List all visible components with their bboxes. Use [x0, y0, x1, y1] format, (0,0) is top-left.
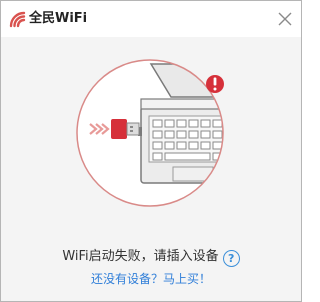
status-message-row: WiFi启动失败，请插入设备?	[1, 248, 301, 267]
title-bar: 全民WiFi	[1, 1, 301, 37]
close-icon[interactable]	[277, 11, 293, 27]
status-message: WiFi启动失败，请插入设备	[62, 249, 219, 264]
app-window: 全民WiFi WiFi启动失败，请插入设备 ? 还没有设备？马上买！	[0, 0, 302, 302]
buy-device-link[interactable]: 还没有设备？马上买！	[1, 271, 301, 287]
wifi-logo-icon	[8, 10, 26, 28]
main-content: WiFi启动失败，请插入设备? 还没有设备？马上买！	[1, 37, 301, 301]
insert-device-illustration	[76, 59, 224, 207]
exclamation-icon	[206, 75, 224, 93]
question-icon[interactable]: ?	[222, 250, 240, 267]
app-title: 全民WiFi	[29, 11, 88, 26]
